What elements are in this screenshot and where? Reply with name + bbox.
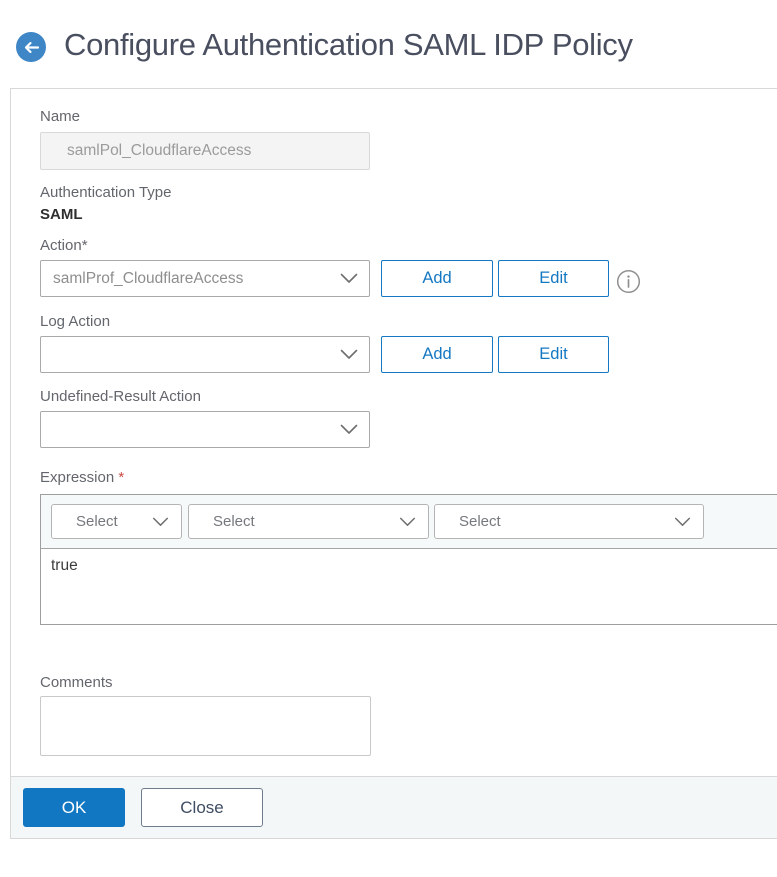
action-edit-button[interactable]: Edit	[498, 260, 609, 297]
back-button[interactable]	[16, 32, 46, 62]
log-action-edit-button[interactable]: Edit	[498, 336, 609, 373]
action-select[interactable]: samlProf_CloudflareAccess	[40, 260, 370, 297]
log-action-add-button[interactable]: Add	[381, 336, 493, 373]
chevron-down-icon	[340, 349, 358, 359]
expression-select-3-value: Select	[459, 513, 501, 530]
required-asterisk: *	[118, 469, 125, 486]
close-button[interactable]: Close	[141, 788, 263, 827]
name-input[interactable]	[40, 132, 370, 170]
form-footer: OK Close	[11, 776, 777, 838]
expression-select-3[interactable]: Select	[434, 504, 704, 539]
action-select-value: samlProf_CloudflareAccess	[53, 269, 244, 287]
undefined-result-action-label: Undefined-Result Action	[40, 388, 201, 405]
expression-select-1[interactable]: Select	[51, 504, 182, 539]
chevron-down-icon	[340, 424, 358, 434]
name-label: Name	[40, 108, 81, 125]
expression-input[interactable]	[41, 549, 777, 624]
chevron-down-icon	[399, 517, 416, 526]
expression-select-1-value: Select	[76, 513, 118, 530]
auth-type-label: Authentication Type	[40, 184, 172, 201]
form-panel: Name Authentication Type SAML Action* sa…	[10, 88, 777, 839]
action-add-button[interactable]: Add	[381, 260, 493, 297]
configure-saml-idp-policy-page: Configure Authentication SAML IDP Policy…	[0, 0, 777, 877]
expression-builder: Select Select Select	[40, 494, 777, 625]
expression-toolbar: Select Select Select	[41, 495, 777, 549]
log-action-label: Log Action	[40, 313, 111, 330]
action-label: Action*	[40, 237, 88, 254]
expression-select-2[interactable]: Select	[188, 504, 429, 539]
chevron-down-icon	[674, 517, 691, 526]
expression-label-text: Expression	[40, 469, 115, 486]
auth-type-value: SAML	[40, 206, 83, 223]
chevron-down-icon	[152, 517, 169, 526]
comments-label: Comments	[40, 674, 113, 691]
undefined-result-action-select[interactable]	[40, 411, 370, 448]
arrow-left-icon	[24, 41, 39, 53]
info-icon[interactable]	[616, 269, 641, 294]
chevron-down-icon	[340, 273, 358, 283]
expression-select-2-value: Select	[213, 513, 255, 530]
page-header: Configure Authentication SAML IDP Policy	[0, 0, 777, 88]
log-action-select[interactable]	[40, 336, 370, 373]
comments-input[interactable]	[40, 696, 371, 756]
expression-label: Expression *	[40, 469, 124, 486]
page-title: Configure Authentication SAML IDP Policy	[64, 27, 633, 62]
ok-button[interactable]: OK	[23, 788, 125, 827]
